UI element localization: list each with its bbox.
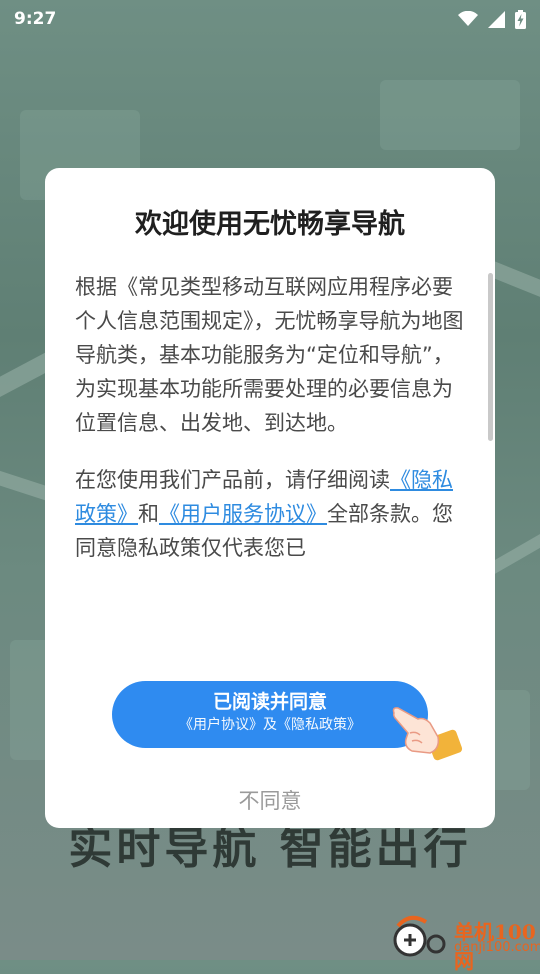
status-time: 9:27 xyxy=(14,9,57,29)
agree-button[interactable]: 已阅读并同意 《用户协议》及《隐私政策》 xyxy=(112,681,428,748)
battery-charging-icon xyxy=(515,9,526,29)
privacy-dialog: 欢迎使用无忧畅享导航 根据《常见类型移动互联网应用程序必要个人信息范围规定》，无… xyxy=(45,168,495,828)
dialog-paragraph: 在您使用我们产品前，请仔细阅读《隐私政策》和《用户服务协议》全部条款。您同意隐私… xyxy=(75,463,467,565)
dialog-scrollbar[interactable] xyxy=(488,273,493,441)
paragraph-text: 和 xyxy=(138,502,159,526)
cell-signal-icon xyxy=(488,10,505,28)
wifi-icon xyxy=(458,11,478,26)
site-logo-icon xyxy=(393,915,446,957)
agree-button-sublabel: 《用户协议》及《隐私政策》 xyxy=(179,717,361,733)
status-bar: 9:27 xyxy=(0,0,540,38)
watermark-url: danji100.com xyxy=(454,940,540,955)
user-service-agreement-link[interactable]: 《用户服务协议》 xyxy=(159,502,327,526)
map-block xyxy=(380,80,520,150)
dialog-paragraph: 根据《常见类型移动互联网应用程序必要个人信息范围规定》，无忧畅享导航为地图导航类… xyxy=(75,275,464,435)
paragraph-text: 在您使用我们产品前，请仔细阅读 xyxy=(75,468,390,492)
watermark: 单机100网 danji100.com xyxy=(392,912,540,973)
status-icons xyxy=(458,9,526,29)
pointing-hand-icon xyxy=(392,707,463,761)
disagree-button[interactable]: 不同意 xyxy=(45,785,495,815)
dialog-title: 欢迎使用无忧畅享导航 xyxy=(135,209,405,240)
dialog-body[interactable]: 根据《常见类型移动互联网应用程序必要个人信息范围规定》，无忧畅享导航为地图导航类… xyxy=(75,270,467,720)
agree-button-label: 已阅读并同意 xyxy=(212,691,327,713)
